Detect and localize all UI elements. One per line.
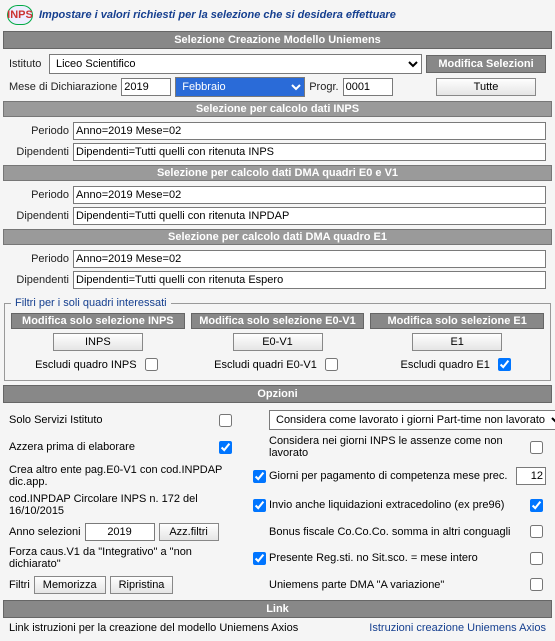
inps-periodo-label: Periodo	[9, 125, 69, 137]
azz-filtri-button[interactable]: Azz.filtri	[159, 523, 219, 541]
inps-button[interactable]: INPS	[53, 333, 143, 351]
exclude-inps-label: Escludi quadro INPS	[35, 359, 137, 371]
inps-periodo-input[interactable]	[73, 122, 546, 140]
exclude-e0v1-label: Escludi quadri E0-V1	[214, 359, 317, 371]
e1-dipendenti-input[interactable]	[73, 271, 546, 289]
invio-liq-label: Invio anche liquidazioni extracedolino (…	[269, 499, 522, 511]
link-left-text: Link istruzioni per la creazione del mod…	[9, 622, 298, 634]
forza-label: Forza caus.V1 da "Integrativo" a "non di…	[9, 546, 245, 570]
exclude-inps-checkbox[interactable]	[145, 358, 158, 371]
top-banner: INPS Impostare i valori richiesti per la…	[3, 3, 552, 27]
link-right-link[interactable]: Istruzioni creazione Uniemens Axios	[369, 622, 546, 634]
e1-section-title: Selezione per calcolo dati DMA quadro E1	[3, 229, 552, 245]
inps-section-title: Selezione per calcolo dati INPS	[3, 101, 552, 117]
presente-checkbox[interactable]	[530, 552, 543, 565]
e0v1-button[interactable]: E0-V1	[233, 333, 323, 351]
azzera-checkbox[interactable]	[219, 441, 232, 454]
uniemens-a-label: Uniemens parte DMA "A variazione"	[269, 579, 522, 591]
filter-e0v1-title: Modifica solo selezione E0-V1	[191, 313, 365, 329]
inps-logo-icon: INPS	[7, 5, 33, 25]
azzera-label: Azzera prima di elaborare	[9, 441, 211, 453]
crea-altro-checkbox[interactable]	[253, 470, 266, 483]
cod-inpdap-checkbox[interactable]	[253, 499, 266, 512]
solo-servizi-checkbox[interactable]	[219, 414, 232, 427]
forza-checkbox[interactable]	[253, 552, 266, 565]
modifica-selezioni-title: Modifica Selezioni	[426, 55, 546, 73]
filters-legend: Filtri per i soli quadri interessati	[11, 297, 171, 309]
progr-input[interactable]	[343, 78, 393, 96]
considera-pt-select[interactable]: Considera come lavorato i giorni Part-ti…	[269, 410, 555, 430]
progr-label: Progr.	[309, 81, 338, 93]
uniemens-a-checkbox[interactable]	[530, 578, 543, 591]
e1-periodo-label: Periodo	[9, 253, 69, 265]
options-title: Opzioni	[3, 385, 552, 403]
memorizza-button[interactable]: Memorizza	[34, 576, 106, 594]
filter-inps-title: Modifica solo selezione INPS	[11, 313, 185, 329]
invio-liq-checkbox[interactable]	[530, 499, 543, 512]
e0v1-section-title: Selezione per calcolo dati DMA quadri E0…	[3, 165, 552, 181]
giorni-pag-input[interactable]	[516, 467, 546, 485]
solo-servizi-label: Solo Servizi Istituto	[9, 414, 211, 426]
mese-label: Mese di Dichiarazione	[9, 81, 117, 93]
bonus-checkbox[interactable]	[530, 525, 543, 538]
exclude-e0v1-checkbox[interactable]	[325, 358, 338, 371]
mese-select[interactable]: Febbraio	[175, 77, 305, 97]
anno-input[interactable]	[121, 78, 171, 96]
giorni-pag-label: Giorni per pagamento di competenza mese …	[269, 470, 512, 482]
crea-altro-label: Crea altro ente pag.E0-V1 con cod.INPDAP…	[9, 464, 245, 488]
e0v1-periodo-input[interactable]	[73, 186, 546, 204]
ripristina-button[interactable]: Ripristina	[110, 576, 174, 594]
bonus-label: Bonus fiscale Co.Co.Co. somma in altri c…	[269, 526, 522, 538]
e1-dipendenti-label: Dipendenti	[9, 274, 69, 286]
exclude-e1-label: Escludi quadro E1	[401, 359, 490, 371]
considera-inps-label: Considera nei giorni INPS le assenze com…	[269, 435, 522, 459]
istituto-label: Istituto	[9, 58, 45, 70]
main-title: Selezione Creazione Modello Uniemens	[3, 31, 552, 49]
considera-inps-checkbox[interactable]	[530, 441, 543, 454]
filter-e1-title: Modifica solo selezione E1	[370, 313, 544, 329]
presente-label: Presente Reg.sti. no Sit.sco. = mese int…	[269, 552, 522, 564]
e0v1-dipendenti-input[interactable]	[73, 207, 546, 225]
banner-instruction: Impostare i valori richiesti per la sele…	[39, 9, 396, 21]
exclude-e1-checkbox[interactable]	[498, 358, 511, 371]
anno-selezioni-label: Anno selezioni	[9, 526, 81, 538]
inps-dipendenti-input[interactable]	[73, 143, 546, 161]
cod-inpdap-label: cod.INPDAP Circolare INPS n. 172 del 16/…	[9, 493, 245, 517]
tutte-button[interactable]: Tutte	[436, 78, 536, 96]
filtri-label: Filtri	[9, 579, 30, 591]
filters-fieldset: Filtri per i soli quadri interessati Mod…	[4, 297, 551, 381]
e1-button[interactable]: E1	[412, 333, 502, 351]
istituto-select[interactable]: Liceo Scientifico	[49, 54, 422, 74]
e0v1-periodo-label: Periodo	[9, 189, 69, 201]
link-title: Link	[3, 600, 552, 618]
anno-selezioni-input[interactable]	[85, 523, 155, 541]
e0v1-dipendenti-label: Dipendenti	[9, 210, 69, 222]
e1-periodo-input[interactable]	[73, 250, 546, 268]
inps-dipendenti-label: Dipendenti	[9, 146, 69, 158]
